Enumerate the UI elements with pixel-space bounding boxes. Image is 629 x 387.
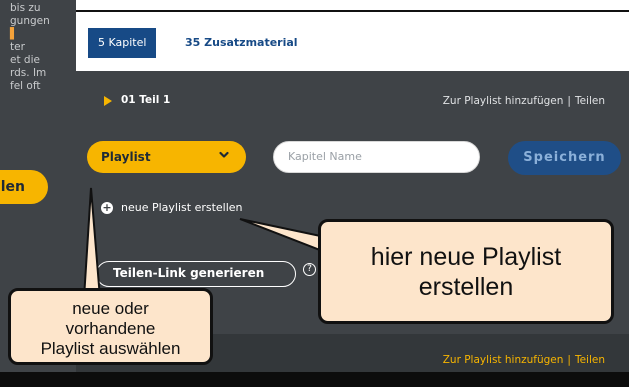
chapter-name-input[interactable]: Kapitel Name [273,141,480,173]
sidebar-text: bis zu gungen ▌ ter et die rds. Im fel o… [10,2,50,93]
callout-select-playlist: neue oder vorhandene Playlist auswählen [8,288,213,365]
sidebar-text-line: fel oft [10,80,41,92]
sidebar-text-line: ter [10,41,25,53]
chapter-actions: Zur Playlist hinzufügen | Teilen [443,95,605,107]
share-link[interactable]: Teilen [575,95,605,107]
next-chapter-actions: Zur Playlist hinzufügen | Teilen [443,354,605,366]
plus-circle-icon: + [101,200,113,214]
callout-line: hier neue Playlist [370,243,562,271]
tab-kapitel[interactable]: 5 Kapitel [88,28,157,58]
sidebar-text-line: bis zu [10,2,41,14]
callout-line: neue oder [72,299,149,318]
sidebar-text-line: rds. Im [10,67,47,79]
tab-bar: 5 Kapitel 35 Zusatzmaterial [76,10,629,71]
separator: | [567,354,571,366]
tab-zusatzmaterial[interactable]: 35 Zusatzmaterial [185,28,298,58]
new-playlist-link[interactable]: + neue Playlist erstellen [101,201,243,214]
sidebar-text-line: ▌ [10,28,19,40]
chevron-down-icon[interactable] [219,150,229,160]
add-to-playlist-link[interactable]: Zur Playlist hinzufügen [443,95,564,107]
sidebar-text-line: gungen [10,15,50,27]
callout-line: erstellen [418,273,514,301]
separator: | [567,95,571,107]
chapter-title[interactable]: 01 Teil 1 [121,94,170,106]
add-to-playlist-link[interactable]: Zur Playlist hinzufügen [443,354,564,366]
callout-line: Playlist auswählen [40,339,181,358]
bottom-bar [0,372,629,387]
callout-line: vorhandene [65,319,156,338]
new-playlist-label: neue Playlist erstellen [121,201,243,214]
triangle-right-icon[interactable] [104,96,112,106]
share-link[interactable]: Teilen [575,354,605,366]
save-button[interactable]: Speichern [508,141,621,175]
help-icon[interactable]: ? [303,263,316,276]
generate-share-link-button[interactable]: Teilen-Link generieren [96,261,296,287]
sidebar-text-line: et die [10,54,40,66]
callout-new-playlist: hier neue Playlist erstellen [318,219,614,324]
sidebar-button[interactable]: len [0,170,48,204]
